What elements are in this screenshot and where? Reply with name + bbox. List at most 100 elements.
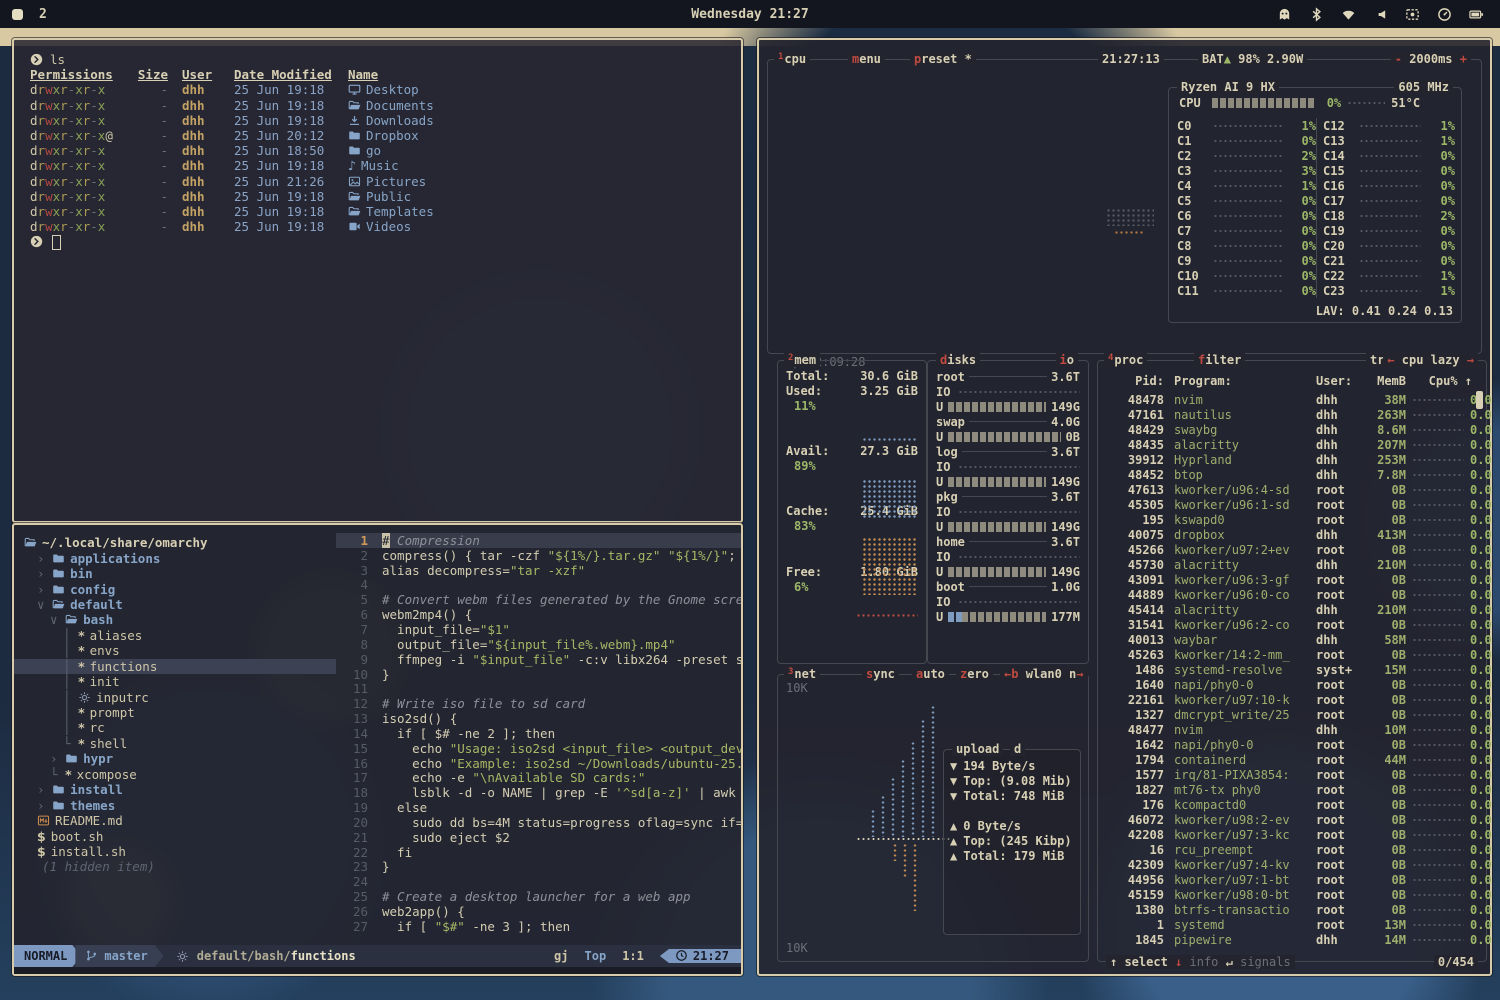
proc-panel-title[interactable]: 4proc bbox=[1104, 353, 1147, 367]
code-line[interactable]: 8 output_file="${input_file%.webm}.mp4" bbox=[336, 637, 741, 652]
code-line[interactable]: 15 echo "Usage: iso2sd <input_file> <out… bbox=[336, 741, 741, 756]
process-row[interactable]: 1380 btrfs-transactio root 0B 0.0 bbox=[1106, 902, 1472, 917]
tree-item[interactable]: $ install.sh bbox=[14, 844, 336, 859]
process-row[interactable]: 45266 kworker/u97:2+ev root 0B 0.0 bbox=[1106, 542, 1472, 557]
process-row[interactable]: 47613 kworker/u96:4-sd root 0B 0.0 bbox=[1106, 482, 1472, 497]
process-row[interactable]: 48429 swaybg dhh 8.6M 0.0 bbox=[1106, 422, 1472, 437]
command-line[interactable] bbox=[14, 967, 741, 974]
workspace-indicator[interactable]: 2 bbox=[0, 7, 47, 22]
terminal-window[interactable]: ls Permissions Size User Date Modified N… bbox=[12, 38, 743, 523]
tray-icon[interactable] bbox=[1309, 7, 1324, 22]
prompt-line-empty[interactable] bbox=[30, 234, 741, 249]
process-row[interactable]: 40013 waybar dhh 58M 0.0 bbox=[1106, 632, 1472, 647]
net-box-key[interactable]: d bbox=[1010, 742, 1025, 756]
process-row[interactable]: 1640 napi/phy0-0 root 0B 0.0 bbox=[1106, 677, 1472, 692]
process-row[interactable]: 1486 systemd-resolve syst+ 15M 0.0 bbox=[1106, 662, 1472, 677]
tray-icon[interactable] bbox=[1341, 7, 1356, 22]
tree-item[interactable]: │ inputrc bbox=[14, 689, 336, 704]
process-row[interactable]: 45730 alacritty dhh 210M 0.0 bbox=[1106, 557, 1472, 572]
process-row[interactable]: 1845 pipewire dhh 14M 0.0 bbox=[1106, 932, 1472, 947]
process-row[interactable]: 44956 kworker/u97:1-bt root 0B 0.0 bbox=[1106, 872, 1472, 887]
tray-icon[interactable] bbox=[1437, 7, 1452, 22]
process-row[interactable]: 195 kswapd0 root 0B 0.0 bbox=[1106, 512, 1472, 527]
tree-item[interactable]: │ * envs bbox=[14, 643, 336, 658]
net-auto-button[interactable]: auto bbox=[912, 667, 949, 681]
proc-filter-button[interactable]: filter bbox=[1194, 353, 1245, 367]
code-line[interactable]: 16 echo "Example: iso2sd ~/Downloads/ubu… bbox=[336, 756, 741, 771]
tree-item[interactable]: └ * shell bbox=[14, 736, 336, 751]
code-line[interactable]: 7 input_file="$1" bbox=[336, 622, 741, 637]
tree-item[interactable]: │ * functions bbox=[14, 659, 336, 674]
refresh-interval-control[interactable]: - 2000ms + bbox=[1391, 52, 1471, 66]
process-row[interactable]: 42309 kworker/u97:4-kv root 0B 0.0 bbox=[1106, 857, 1472, 872]
process-row[interactable]: 40075 dropbox dhh 413M 0.0 bbox=[1106, 527, 1472, 542]
code-line[interactable]: 24 bbox=[336, 874, 741, 889]
code-line[interactable]: 13 iso2sd() { bbox=[336, 711, 741, 726]
tray-icon[interactable] bbox=[1405, 7, 1420, 22]
disks-io-toggle[interactable]: io bbox=[1056, 353, 1078, 367]
tray-icon[interactable] bbox=[1373, 7, 1388, 22]
tray-icon[interactable] bbox=[1277, 7, 1292, 22]
code-line[interactable]: 21 sudo eject $2 bbox=[336, 830, 741, 845]
process-row[interactable]: 48435 alacritty dhh 207M 0.0 bbox=[1106, 437, 1472, 452]
net-sync-button[interactable]: sync bbox=[862, 667, 899, 681]
code-line[interactable]: 14 if [ $# -ne 2 ]; then bbox=[336, 726, 741, 741]
process-row[interactable]: 16 rcu_preempt root 0B 0.0 bbox=[1106, 842, 1472, 857]
neovim-window[interactable]: ~/.local/share/omarchy › applications › … bbox=[12, 523, 743, 976]
process-row[interactable]: 39912 Hyprland dhh 253M 0.0 bbox=[1106, 452, 1472, 467]
net-interface-switcher[interactable]: ←b wlan0 n→ bbox=[1000, 667, 1088, 681]
tree-item[interactable]: (1 hidden item) bbox=[14, 859, 336, 874]
process-row[interactable]: 48478 nvim dhh 38M 0.0 bbox=[1106, 392, 1472, 407]
btop-window[interactable]: 1cpu menu preset * 21:27:13 BAT▲ 98% 2.9… bbox=[757, 38, 1492, 976]
code-line[interactable]: 4 bbox=[336, 578, 741, 593]
process-row[interactable]: 1577 irq/81-PIXA3854: root 0B 0.0 bbox=[1106, 767, 1472, 782]
code-line[interactable]: 10 } bbox=[336, 667, 741, 682]
process-row[interactable]: 48452 btop dhh 7.8M 0.0 bbox=[1106, 467, 1472, 482]
code-line[interactable]: 17 echo -e "\nAvailable SD cards:" bbox=[336, 771, 741, 786]
code-line[interactable]: 12 # Write iso file to sd card bbox=[336, 696, 741, 711]
tree-item[interactable]: │ * prompt bbox=[14, 705, 336, 720]
proc-column-headers[interactable]: Pid: Program: User: MemB Cpu% ↑ bbox=[1106, 374, 1472, 388]
process-row[interactable]: 47161 nautilus dhh 263M 0.0 bbox=[1106, 407, 1472, 422]
disks-panel-title[interactable]: disks bbox=[936, 353, 980, 367]
code-line[interactable]: 1 # Compression bbox=[336, 533, 741, 548]
menu-button[interactable]: menu bbox=[848, 52, 885, 66]
process-row[interactable]: 45414 alacritty dhh 210M 0.0 bbox=[1106, 602, 1472, 617]
code-line[interactable]: 18 lsblk -d -o NAME | grep -E '^sd[a-z]'… bbox=[336, 785, 741, 800]
process-row[interactable]: 43091 kworker/u96:3-gf root 0B 0.0 bbox=[1106, 572, 1472, 587]
tree-item[interactable]: ∨ default bbox=[14, 597, 336, 612]
code-line[interactable]: 11 bbox=[336, 681, 741, 696]
code-line[interactable]: 25 # Create a desktop launcher for a web… bbox=[336, 889, 741, 904]
code-line[interactable]: 6 webm2mp4() { bbox=[336, 607, 741, 622]
process-row[interactable]: 1 systemd root 13M 0.0 bbox=[1106, 917, 1472, 932]
tree-item[interactable]: › applications bbox=[14, 550, 336, 565]
tree-item[interactable]: › install bbox=[14, 782, 336, 797]
tree-item[interactable]: │ * init bbox=[14, 674, 336, 689]
tree-item[interactable]: › config bbox=[14, 581, 336, 596]
code-line[interactable]: 2 compress() { tar -czf "${1%/}.tar.gz" … bbox=[336, 548, 741, 563]
tree-item[interactable]: README.md bbox=[14, 813, 336, 828]
proc-footer-keys[interactable]: ↑ select ↓ info ↵ signals bbox=[1106, 955, 1295, 969]
process-row[interactable]: 1794 containerd root 44M 0.0 bbox=[1106, 752, 1472, 767]
tree-item[interactable]: ∨ bash bbox=[14, 612, 336, 627]
process-row[interactable]: 1327 dmcrypt_write/25 root 0B 0.0 bbox=[1106, 707, 1472, 722]
code-line[interactable]: 20 sudo dd bs=4M status=progress oflag=s… bbox=[336, 815, 741, 830]
code-line[interactable]: 22 fi bbox=[336, 845, 741, 860]
proc-scrollbar[interactable] bbox=[1476, 391, 1483, 409]
process-row[interactable]: 31541 kworker/u96:2-co root 0B 0.0 bbox=[1106, 617, 1472, 632]
tray-icon[interactable] bbox=[1469, 7, 1484, 22]
process-row[interactable]: 48477 nvim dhh 10M 0.0 bbox=[1106, 722, 1472, 737]
process-row[interactable]: 45263 kworker/14:2-mm_ root 0B 0.0 bbox=[1106, 647, 1472, 662]
process-row[interactable]: 1642 napi/phy0-0 root 0B 0.0 bbox=[1106, 737, 1472, 752]
process-row[interactable]: 44889 kworker/u96:0-co root 0B 0.0 bbox=[1106, 587, 1472, 602]
process-row[interactable]: 45159 kworker/u98:0-bt root 0B 0.0 bbox=[1106, 887, 1472, 902]
process-row[interactable]: 45305 kworker/u96:1-sd root 0B 0.0 bbox=[1106, 497, 1472, 512]
tree-item[interactable]: $ boot.sh bbox=[14, 828, 336, 843]
preset-button[interactable]: preset * bbox=[910, 52, 976, 66]
git-branch-segment[interactable]: master bbox=[75, 945, 163, 967]
proc-sort-selector[interactable]: ← cpu lazy → bbox=[1383, 353, 1478, 367]
cpu-panel-title[interactable]: 1cpu bbox=[774, 52, 810, 66]
code-line[interactable]: 23 } bbox=[336, 860, 741, 875]
tree-item[interactable]: › hypr bbox=[14, 751, 336, 766]
net-zero-button[interactable]: zero bbox=[956, 667, 993, 681]
